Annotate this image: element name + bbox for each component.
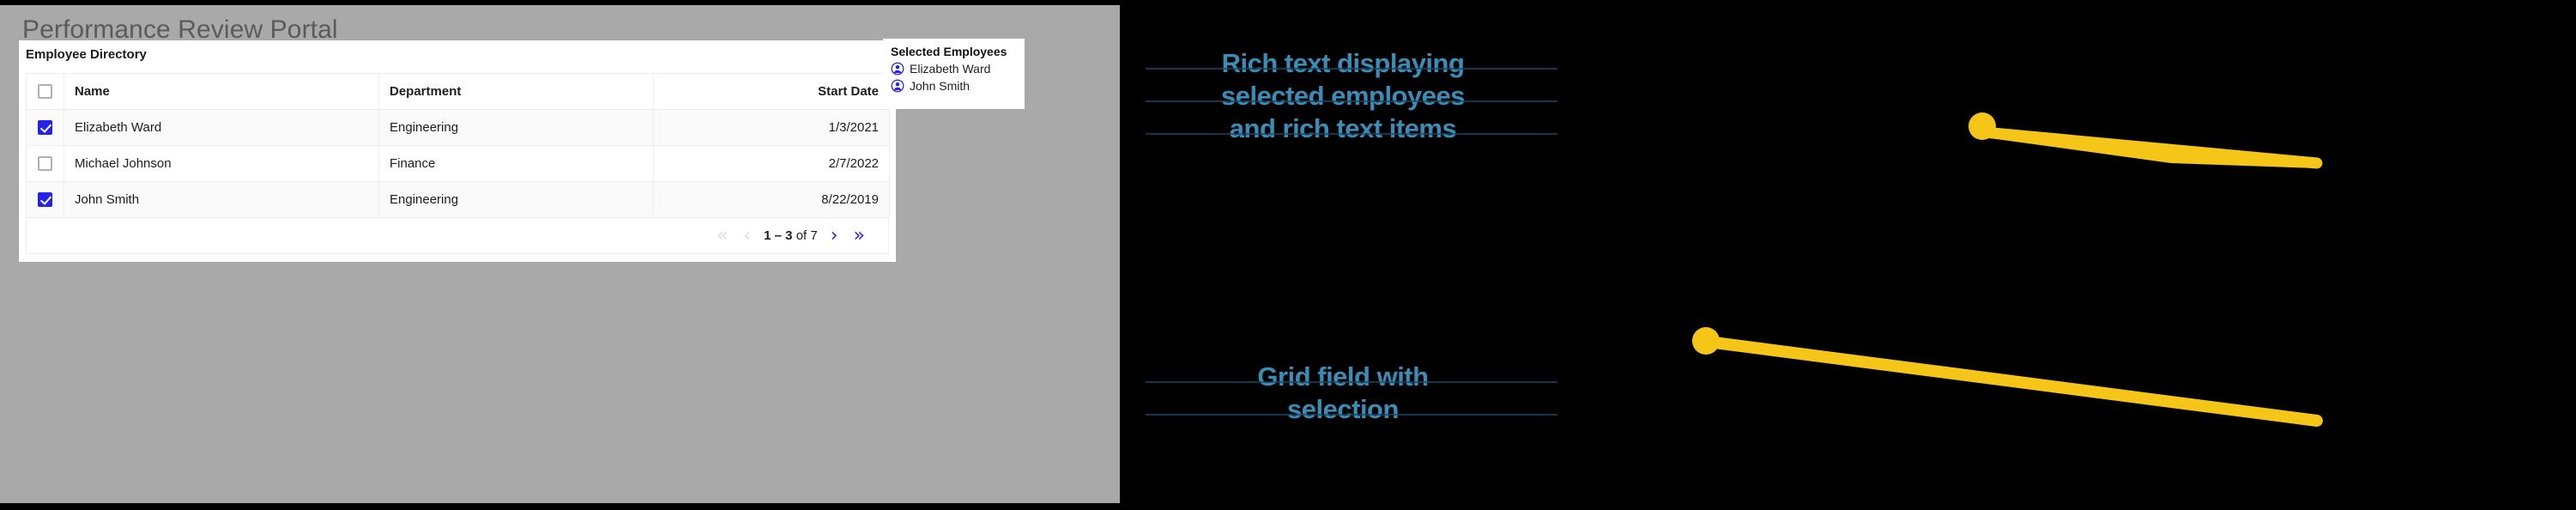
cell-name: Elizabeth Ward [63, 109, 379, 146]
annotation-panel: Rich text displaying selected employees … [1120, 0, 2576, 510]
list-item[interactable]: John Smith [891, 77, 1017, 94]
selected-employees-panel: Selected Employees Elizabeth Ward John S… [883, 39, 1025, 109]
account-circle-icon [891, 62, 904, 76]
checkbox-unchecked-icon[interactable] [38, 84, 52, 100]
annotation-line: Rich text displaying [1128, 47, 1557, 80]
annotation-top: Rich text displaying selected employees … [1128, 47, 1557, 145]
chevron-right-icon[interactable]: › [831, 226, 838, 246]
grid-card-title: Employee Directory [26, 47, 147, 62]
pagination-total: 7 [810, 228, 818, 243]
account-circle-icon [891, 79, 904, 93]
checkbox-unchecked-icon[interactable] [38, 156, 52, 172]
cell-name: John Smith [63, 181, 379, 218]
chevron-left-icon[interactable]: ‹ [743, 226, 751, 246]
pagination-range-label: 1 – 3 of 7 [764, 228, 818, 243]
column-header-department[interactable]: Department [378, 73, 654, 110]
pagination-bar: « ‹ 1 – 3 of 7 › » [26, 218, 889, 254]
screenshot-stage: Performance Review Portal Employee Direc… [0, 0, 2576, 510]
cell-start-date: 2/7/2022 [653, 145, 890, 182]
annotation-line: Grid field with [1128, 361, 1557, 393]
double-chevron-left-icon[interactable]: « [717, 226, 728, 246]
column-header-start-date[interactable]: Start Date [653, 73, 890, 110]
double-chevron-right-icon[interactable]: » [854, 226, 865, 246]
annotation-bottom: Grid field with selection [1128, 361, 1557, 426]
list-item[interactable]: Elizabeth Ward [891, 60, 1017, 77]
cell-name: Michael Johnson [63, 145, 379, 182]
cell-department: Engineering [378, 109, 654, 146]
employee-directory-card: Employee Directory Name Department Start… [19, 40, 896, 262]
pagination-of-label: of [795, 228, 807, 243]
cell-start-date: 1/3/2021 [653, 109, 890, 146]
selected-employee-label: Elizabeth Ward [910, 62, 991, 76]
row-checkbox-cell[interactable] [26, 181, 64, 218]
annotation-line: selected employees [1128, 80, 1557, 112]
table-row[interactable]: Michael Johnson Finance 2/7/2022 [26, 145, 890, 182]
annotation-line: selection [1128, 393, 1557, 426]
employee-table: Name Department Start Date Elizabeth War… [26, 73, 890, 218]
table-row[interactable]: John Smith Engineering 8/22/2019 [26, 181, 890, 218]
cell-department: Engineering [378, 181, 654, 218]
cell-department: Finance [378, 145, 654, 182]
selected-employee-label: John Smith [910, 79, 971, 93]
checkbox-checked-icon[interactable] [38, 120, 52, 136]
table-row[interactable]: Elizabeth Ward Engineering 1/3/2021 [26, 109, 890, 146]
select-all-header-cell[interactable] [26, 73, 64, 110]
cell-start-date: 8/22/2019 [653, 181, 890, 218]
checkbox-checked-icon[interactable] [38, 192, 52, 208]
selected-employees-title: Selected Employees [891, 45, 1007, 58]
row-checkbox-cell[interactable] [26, 109, 64, 146]
pagination-range-value: 1 – 3 [764, 228, 793, 243]
column-header-name[interactable]: Name [63, 73, 379, 110]
row-checkbox-cell[interactable] [26, 145, 64, 182]
table-header-row: Name Department Start Date [26, 73, 890, 110]
canvas-bottom-strip [0, 503, 1120, 510]
annotation-line: and rich text items [1128, 112, 1557, 145]
